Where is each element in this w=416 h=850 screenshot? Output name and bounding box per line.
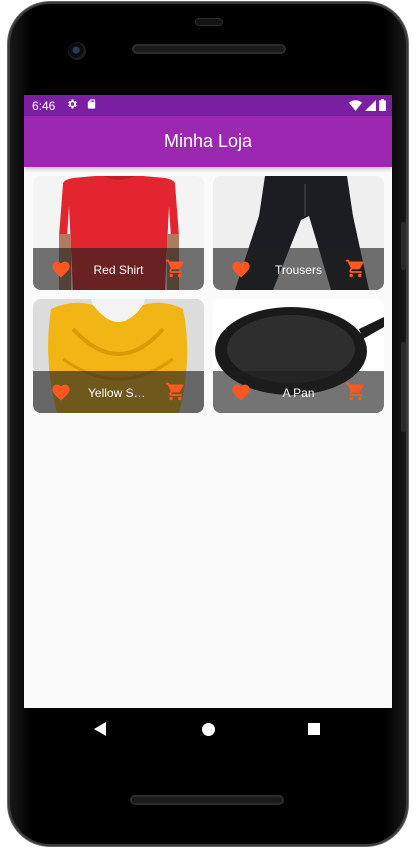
cart-icon[interactable] [345,258,366,279]
battery-icon [379,99,386,111]
product-title: Trousers [275,263,322,277]
product-title: Red Shirt [93,263,144,277]
sd-card-icon [87,99,96,109]
cart-icon[interactable] [345,381,366,402]
app-bar: Minha Loja [24,116,392,167]
home-icon[interactable] [202,723,215,736]
settings-icon [68,99,77,109]
favorite-icon[interactable] [231,260,251,278]
signal-icon [365,99,376,111]
recents-icon[interactable] [308,723,320,735]
product-title: Yellow Scarf [88,386,149,400]
favorite-icon[interactable] [51,383,71,401]
volume-button [401,342,406,432]
product-card[interactable]: Trousers [213,176,384,290]
bottom-speaker [130,795,284,805]
product-title: A Pan [282,386,315,400]
power-button [401,222,406,270]
product-card[interactable]: A Pan [213,299,384,413]
status-time: 6:46 [32,99,56,113]
back-icon[interactable] [94,722,106,736]
app-title: Minha Loja [163,131,253,151]
earpiece-speaker [132,44,286,54]
wifi-icon [349,99,362,111]
front-camera [68,42,86,60]
favorite-icon[interactable] [231,383,251,401]
system-nav-bar [24,708,392,752]
status-bar: 6:46 [24,95,392,116]
favorite-icon[interactable] [51,260,71,278]
screen: 6:46 Minha Loja Red Shirt Trousers Yello… [24,95,392,708]
sensor [195,18,223,26]
product-card[interactable]: Yellow Scarf [33,299,204,413]
cart-icon[interactable] [165,258,186,279]
product-card[interactable]: Red Shirt [33,176,204,290]
cart-icon[interactable] [165,381,186,402]
